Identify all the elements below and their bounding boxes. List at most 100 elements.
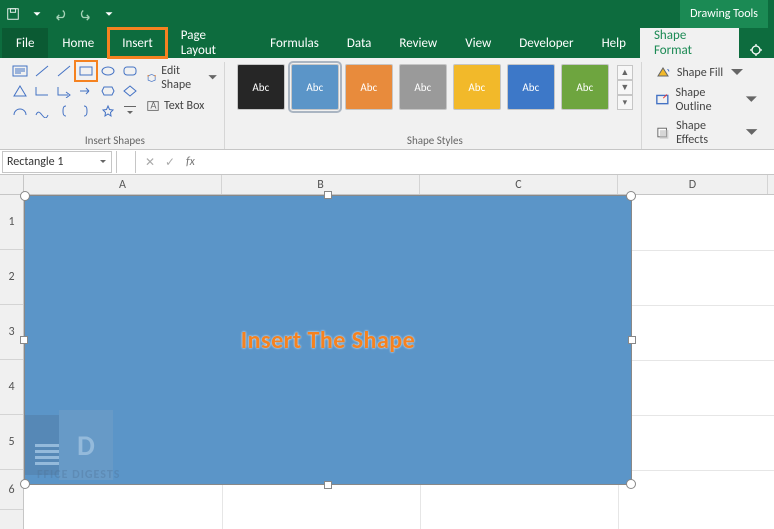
shape-brace-left-icon[interactable] [54,102,74,120]
row-header-4[interactable]: 4 [0,360,23,415]
text-box-button[interactable]: A Text Box [144,97,220,115]
shape-line-icon[interactable] [32,62,52,80]
cells-area[interactable]: Insert The Shape D FFICE DIGESTS [24,195,774,529]
column-headers: A B C D [0,175,774,195]
inserted-rectangle-shape[interactable]: Insert The Shape D FFICE DIGESTS [24,195,632,485]
shapes-gallery[interactable] [10,62,140,120]
tab-shape-format[interactable]: Shape Format [640,28,739,58]
select-all-corner[interactable] [0,175,24,194]
shape-star-icon[interactable] [98,102,118,120]
tab-help[interactable]: Help [588,28,640,58]
qat-more-icon[interactable] [98,3,120,25]
shape-outline-button[interactable]: Shape Outline [654,85,760,115]
tell-me-icon[interactable] [739,42,772,58]
qat-dropdown-icon[interactable] [26,3,48,25]
shape-brace-right-icon[interactable] [76,102,96,120]
tab-view[interactable]: View [451,28,505,58]
shape-elbow-arrow-icon[interactable] [54,82,74,100]
name-box[interactable]: Rectangle 1 [2,151,112,173]
dropdown-icon [729,65,745,81]
style-thumb-1[interactable]: Abc [237,64,285,110]
col-header-a[interactable]: A [24,175,222,194]
shape-fill-button[interactable]: Shape Fill [654,64,760,82]
shape-diamond-icon[interactable] [120,82,140,100]
tab-strip: File Home Insert Page Layout Formulas Da… [0,28,774,58]
cancel-formula-icon[interactable]: ✕ [140,155,160,170]
row-headers: 1 2 3 4 5 6 [0,195,24,529]
shape-elbow-icon[interactable] [32,82,52,100]
shapes-side-buttons: Edit Shape A Text Box [144,62,220,120]
name-box-dropdown-icon[interactable] [99,158,107,166]
selection-border [24,195,632,485]
group-shape-options: Shape Fill Shape Outline Shape Effects [646,62,768,149]
tab-developer[interactable]: Developer [505,28,587,58]
resize-handle-r[interactable] [628,336,636,344]
col-header-c[interactable]: C [420,175,618,194]
dropdown-icon [744,92,759,108]
style-thumb-4[interactable]: Abc [399,64,447,110]
row-header-5[interactable]: 5 [0,415,23,470]
tab-file[interactable]: File [2,28,48,58]
style-thumb-6[interactable]: Abc [507,64,555,110]
edit-shape-icon [146,71,157,85]
dropdown-icon [207,71,218,85]
svg-text:A: A [150,99,157,112]
enter-formula-icon[interactable]: ✓ [160,155,180,170]
tab-data[interactable]: Data [333,28,386,58]
worksheet: A B C D 1 2 3 4 5 6 Insert The Shape [0,175,774,529]
tab-page-layout[interactable]: Page Layout [167,28,256,58]
undo-icon[interactable] [50,3,72,25]
resize-handle-br[interactable] [626,479,636,489]
shape-effects-button[interactable]: Shape Effects [654,118,760,148]
watermark-text: FFICE DIGESTS [37,468,120,482]
resize-handle-l[interactable] [20,336,28,344]
resize-handle-tl[interactable] [20,191,30,201]
shape-fill-label: Shape Fill [677,66,723,80]
style-thumb-7[interactable]: Abc [561,64,609,110]
row-header-2[interactable]: 2 [0,250,23,305]
resize-handle-t[interactable] [324,191,332,199]
tab-insert[interactable]: Insert [108,28,167,58]
shape-arc-icon[interactable] [10,102,30,120]
shape-curve-icon[interactable] [32,102,52,120]
row-header-1[interactable]: 1 [0,195,23,250]
shape-fill-icon [655,65,671,81]
tab-home[interactable]: Home [48,28,108,58]
shape-outline-icon [655,92,670,108]
resize-handle-tr[interactable] [626,191,636,201]
shape-triangle-icon[interactable] [10,82,30,100]
save-icon[interactable] [2,3,24,25]
edit-shape-label: Edit Shape [161,64,202,92]
style-thumb-2[interactable]: Abc [291,64,339,110]
fx-icon[interactable]: fx [186,155,195,169]
shape-arrow-icon[interactable] [76,82,96,100]
formula-bar-row: Rectangle 1 ✕ ✓ fx [0,150,774,175]
redo-icon[interactable] [74,3,96,25]
resize-handle-b[interactable] [324,481,332,489]
shape-textbox-icon[interactable] [10,62,30,80]
gallery-up-icon[interactable]: ▲ [617,65,633,80]
style-thumb-3[interactable]: Abc [345,64,393,110]
edit-shape-button[interactable]: Edit Shape [144,62,220,94]
group-insert-shapes: Edit Shape A Text Box Insert Shapes [6,62,225,149]
shape-rectangle-icon[interactable] [76,62,96,80]
shape-oval-icon[interactable] [98,62,118,80]
row-header-6[interactable]: 6 [0,470,23,510]
style-gallery: Abc Abc Abc Abc Abc Abc Abc ▲ ▼ ▾ [233,62,637,112]
col-header-b[interactable]: B [222,175,420,194]
tab-formulas[interactable]: Formulas [256,28,333,58]
tab-review[interactable]: Review [385,28,451,58]
gallery-more-icon[interactable]: ▾ [617,95,633,110]
col-header-d[interactable]: D [618,175,768,194]
shape-effects-label: Shape Effects [676,119,738,147]
name-box-value: Rectangle 1 [7,155,63,169]
shape-line-icon[interactable] [54,62,74,80]
style-thumb-5[interactable]: Abc [453,64,501,110]
gallery-down-icon[interactable]: ▼ [617,80,633,95]
shapes-more-icon[interactable] [120,102,140,120]
row-header-3[interactable]: 3 [0,305,23,360]
resize-handle-bl[interactable] [20,479,30,489]
shape-rounded-rect-icon[interactable] [120,62,140,80]
dropdown-icon [744,125,759,141]
shape-hexagon-icon[interactable] [98,82,118,100]
